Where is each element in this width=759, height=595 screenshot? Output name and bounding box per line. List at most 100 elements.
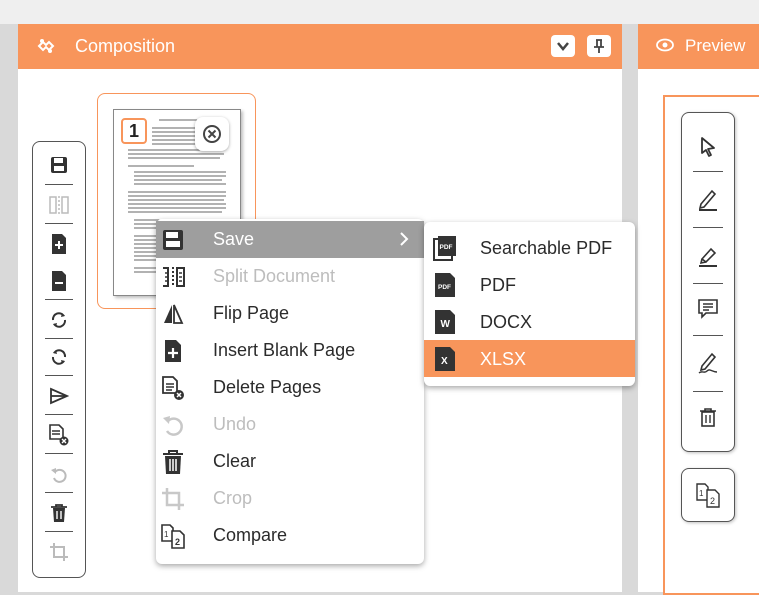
pin-button[interactable]	[587, 35, 611, 57]
menu-item-split-document[interactable]: Split Document	[156, 258, 424, 295]
preview-comment-button[interactable]	[682, 289, 733, 329]
menu-item-clear[interactable]: Clear	[156, 443, 424, 480]
pen-icon	[698, 189, 717, 211]
submenu-item-label: PDF	[480, 275, 516, 295]
composition-header: Composition	[18, 24, 622, 69]
toolbar-separator	[45, 299, 73, 300]
menu-item-flip-page[interactable]: Flip Page	[156, 295, 424, 332]
crop-icon	[162, 488, 184, 510]
page-number-badge: 1	[121, 118, 147, 144]
menu-item-crop[interactable]: Crop	[156, 480, 424, 517]
menu-item-insert-blank-page[interactable]: Insert Blank Page	[156, 332, 424, 369]
toolbar-split-button[interactable]	[33, 186, 84, 223]
menu-item-save[interactable]: Save	[156, 221, 424, 258]
menu-item-label: Clear	[213, 451, 257, 471]
toolbar-separator	[45, 492, 73, 493]
toolbar-remove-page-button[interactable]	[33, 262, 84, 299]
trash-icon	[699, 408, 716, 427]
delete-pages-icon	[162, 376, 184, 400]
preview-signature-button[interactable]	[682, 343, 733, 383]
submenu-item-pdf[interactable]: PDF PDF	[424, 266, 635, 303]
signature-icon	[698, 352, 717, 374]
pdf-file-icon: PDF	[435, 273, 455, 297]
preview-toolbar-separator	[693, 227, 723, 228]
toolbar-insert-page-button[interactable]	[33, 225, 84, 262]
toolbar-separator	[45, 223, 73, 224]
comment-icon	[697, 299, 718, 319]
crop-icon	[49, 542, 68, 561]
undo-icon	[163, 416, 183, 436]
preview-select-button[interactable]	[682, 127, 733, 167]
highlighter-icon	[698, 247, 717, 267]
preview-toolbar-separator	[693, 391, 723, 392]
compare-icon: 1 2	[161, 524, 185, 549]
trash-icon	[50, 503, 67, 522]
preview-highlighter-button[interactable]	[682, 235, 733, 275]
pointer-icon	[700, 137, 715, 157]
svg-text:1: 1	[164, 530, 169, 539]
eye-icon	[656, 38, 674, 52]
trash-icon	[163, 450, 183, 474]
xlsx-file-icon: X	[435, 347, 455, 371]
preview-pen-button[interactable]	[682, 179, 733, 219]
menu-item-label: Crop	[213, 488, 253, 508]
toolbar-crop-button[interactable]	[33, 533, 84, 570]
remove-page-button[interactable]	[195, 117, 229, 151]
menu-item-label: Split Document	[213, 266, 336, 286]
preview-compare-button[interactable]: 1 2	[681, 468, 735, 522]
docx-badge: W	[441, 319, 451, 330]
toolbar-separator	[45, 453, 73, 454]
menu-item-label: Flip Page	[213, 303, 290, 323]
menu-item-undo[interactable]: Undo	[156, 406, 424, 443]
preview-header: Preview	[638, 24, 759, 69]
remove-page-icon	[51, 270, 66, 291]
preview-delete-button[interactable]	[682, 397, 733, 437]
split-icon	[48, 195, 69, 214]
submenu-item-label: DOCX	[480, 312, 533, 332]
toolbar-undo-button[interactable]	[33, 455, 84, 492]
submenu-item-xlsx[interactable]: X XLSX	[424, 340, 635, 377]
chevron-right-icon	[400, 232, 409, 246]
toolbar-separator	[45, 375, 73, 376]
preview-title: Preview	[685, 36, 746, 55]
menu-item-delete-pages[interactable]: Delete Pages	[156, 369, 424, 406]
menu-item-compare[interactable]: 1 2 Compare	[156, 517, 424, 554]
docx-file-icon: W	[435, 310, 455, 334]
searchable-pdf-badge: PDF	[440, 244, 453, 251]
collapse-button[interactable]	[551, 35, 575, 57]
xlsx-badge: X	[441, 356, 448, 367]
save-submenu: PDF Searchable PDF PDF PDF W DOCX X XLSX	[424, 222, 635, 386]
pin-icon	[594, 39, 604, 53]
submenu-item-docx[interactable]: W DOCX	[424, 303, 635, 340]
toolbar-delete-pages-button[interactable]	[33, 416, 84, 453]
toolbar-flip-button[interactable]	[33, 377, 84, 414]
insert-page-icon	[51, 233, 66, 254]
svg-text:2: 2	[710, 496, 715, 506]
undo-icon	[50, 467, 67, 483]
compare-icon: 1 2	[696, 483, 720, 508]
preview-toolbar-separator	[693, 335, 723, 336]
toolbar-clear-button[interactable]	[33, 494, 84, 531]
context-menu: Save Split Document Flip Page Insert Bla…	[156, 219, 424, 564]
preview-toolbar-separator	[693, 283, 723, 284]
svg-text:1: 1	[699, 489, 704, 498]
toolbar-rotate-ccw-button[interactable]	[33, 338, 84, 375]
toolbar-rotate-cw-button[interactable]	[33, 301, 84, 338]
insert-page-icon	[165, 340, 181, 362]
svg-text:2: 2	[175, 537, 180, 547]
preview-toolbar-separator	[693, 171, 723, 172]
submenu-item-label: XLSX	[480, 349, 527, 369]
submenu-item-label: Searchable PDF	[480, 238, 613, 258]
composition-title: Composition	[75, 36, 176, 56]
save-icon	[163, 230, 183, 250]
composition-toolbar	[32, 141, 86, 578]
toolbar-separator	[45, 184, 73, 185]
toolbar-save-button[interactable]	[33, 146, 84, 183]
pdf-badge: PDF	[438, 284, 451, 291]
rotate-ccw-icon	[51, 348, 66, 365]
save-icon	[50, 156, 67, 173]
delete-pages-icon	[48, 423, 68, 445]
menu-item-label: Undo	[213, 414, 257, 434]
close-circle-icon	[203, 125, 221, 143]
submenu-item-searchable-pdf[interactable]: PDF Searchable PDF	[424, 229, 635, 266]
